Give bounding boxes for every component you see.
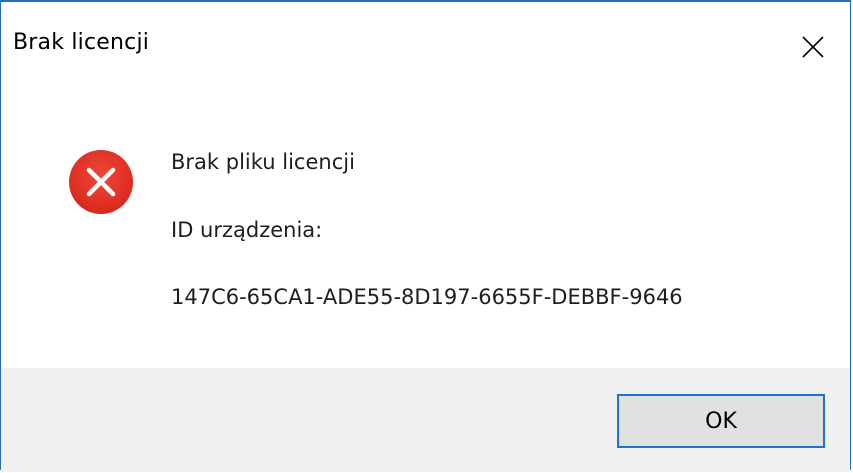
close-icon: [802, 36, 824, 58]
message-dialog: Brak licencji Brak pliku licencji ID urz…: [0, 0, 851, 472]
error-icon: [69, 150, 133, 214]
button-bar: OK: [1, 368, 850, 472]
message-text-primary: Brak pliku licencji: [171, 150, 355, 174]
device-id-label: ID urządzenia:: [171, 218, 323, 242]
title-bar[interactable]: Brak licencji: [1, 2, 850, 90]
ok-button[interactable]: OK: [617, 394, 825, 448]
window-title: Brak licencji: [13, 30, 150, 55]
device-id-value: 147C6-65CA1-ADE55-8D197-6655F-DEBBF-9646: [171, 285, 683, 309]
ok-button-label: OK: [705, 408, 737, 434]
dialog-content: Brak pliku licencji ID urządzenia: 147C6…: [1, 90, 850, 366]
close-button[interactable]: [790, 24, 836, 70]
